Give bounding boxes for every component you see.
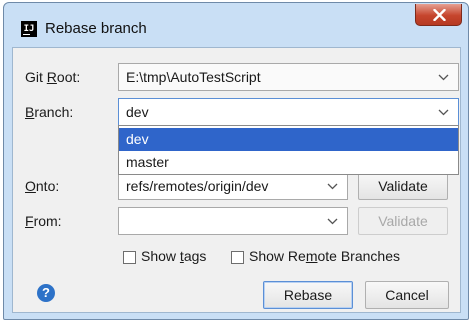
from-label: From:	[25, 213, 62, 229]
show-tags-label[interactable]: Show tags	[141, 248, 206, 264]
from-combo[interactable]	[118, 207, 348, 235]
dialog-content: Git Root: E:\tmp\AutoTestScript Branch: …	[12, 47, 461, 313]
branch-dropdown-list: dev master	[118, 125, 459, 175]
onto-validate-button[interactable]: Validate	[358, 172, 448, 200]
intellij-app-icon: IJ	[21, 21, 37, 37]
chevron-down-icon	[438, 109, 449, 116]
title-bar[interactable]: IJ Rebase branch	[4, 3, 468, 43]
chevron-down-icon	[327, 218, 338, 225]
chevron-down-icon	[438, 74, 449, 81]
chevron-down-icon	[327, 183, 338, 190]
show-remote-branches-checkbox[interactable]	[231, 251, 244, 264]
window-title: Rebase branch	[45, 20, 147, 37]
branch-label: Branch:	[25, 104, 74, 120]
show-remote-branches-label[interactable]: Show Remote Branches	[249, 248, 400, 264]
branch-combo[interactable]: dev	[118, 98, 459, 126]
onto-combo[interactable]: refs/remotes/origin/dev	[118, 172, 348, 200]
git-root-value: E:\tmp\AutoTestScript	[126, 69, 261, 85]
branch-value: dev	[126, 104, 149, 120]
cancel-button[interactable]: Cancel	[365, 281, 449, 309]
branch-option-dev[interactable]: dev	[119, 128, 458, 151]
branch-option-master[interactable]: master	[119, 151, 458, 174]
rebase-button[interactable]: Rebase	[263, 281, 353, 309]
from-validate-button[interactable]: Validate	[358, 207, 448, 235]
onto-value: refs/remotes/origin/dev	[126, 178, 269, 194]
close-x-icon	[433, 9, 446, 21]
onto-label: Onto:	[25, 178, 60, 194]
help-icon[interactable]: ?	[37, 284, 55, 302]
app-icon-text: IJ	[23, 24, 35, 34]
git-root-label: Git Root:	[25, 69, 81, 85]
git-root-combo[interactable]: E:\tmp\AutoTestScript	[118, 63, 459, 91]
rebase-branch-dialog: IJ Rebase branch Git Root: E:\tmp\AutoTe…	[3, 2, 469, 320]
close-button[interactable]	[415, 4, 462, 26]
show-tags-checkbox[interactable]	[123, 251, 136, 264]
